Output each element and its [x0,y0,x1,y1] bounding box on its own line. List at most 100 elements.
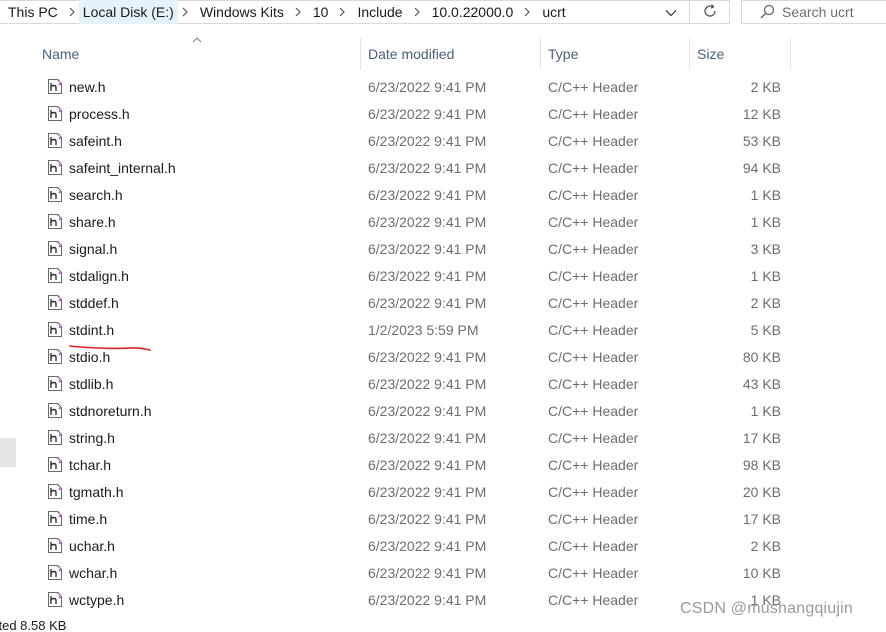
breadcrumb-separator-icon[interactable] [410,0,424,24]
file-name[interactable]: stdnoreturn.h [69,398,152,425]
file-row[interactable]: signal.h 6/23/2022 9:41 PM C/C++ Header 3 K… [0,236,886,263]
file-row[interactable]: stdalign.h 6/23/2022 9:41 PM C/C++ Header 1… [0,263,886,290]
file-name[interactable]: stdint.h [69,317,114,344]
column-header-size[interactable]: Size [690,38,791,70]
file-name[interactable]: safeint_internal.h [69,155,176,182]
file-row[interactable]: stddef.h 6/23/2022 9:41 PM C/C++ Header 2 K… [0,290,886,317]
file-name[interactable]: search.h [69,182,123,209]
file-type: C/C++ Header [548,322,639,338]
column-header-type[interactable]: Type [541,38,690,70]
file-name[interactable]: safeint.h [69,128,122,155]
column-header-name[interactable]: Name [35,38,361,70]
file-date-modified: 6/23/2022 9:41 PM [368,538,487,554]
file-name[interactable]: stdlib.h [69,371,113,398]
file-name[interactable]: uchar.h [69,533,115,560]
file-type: C/C++ Header [548,268,639,284]
breadcrumb-include[interactable]: Include [349,0,409,24]
breadcrumb-separator-icon[interactable] [335,0,349,24]
breadcrumb-separator-icon[interactable] [178,0,192,24]
file-name[interactable]: signal.h [69,236,117,263]
header-file-icon [47,78,63,95]
file-name[interactable]: share.h [69,209,116,236]
header-file-icon [47,564,63,581]
file-type: C/C++ Header [548,79,639,95]
file-name[interactable]: stddef.h [69,290,119,317]
header-file-icon [47,429,63,446]
file-size: 5 KB [750,322,781,338]
file-row[interactable]: search.h 6/23/2022 9:41 PM C/C++ Header 1 K… [0,182,886,209]
file-size: 80 KB [742,349,781,365]
file-row[interactable]: safeint.h 6/23/2022 9:41 PM C/C++ Header 53… [0,128,886,155]
header-file-icon [47,456,63,473]
file-date-modified: 6/23/2022 9:41 PM [368,187,487,203]
breadcrumb-sdk-version[interactable]: 10.0.22000.0 [424,0,521,24]
file-row[interactable]: string.h 6/23/2022 9:41 PM C/C++ Header 17 … [0,425,886,452]
file-row[interactable]: uchar.h 6/23/2022 9:41 PM C/C++ Header 2 KB [0,533,886,560]
red-underline-annotation [69,345,151,351]
file-name[interactable]: wctype.h [69,587,124,614]
file-row[interactable]: tgmath.h 6/23/2022 9:41 PM C/C++ Header 20 … [0,479,886,506]
breadcrumb-windows-kits[interactable]: Windows Kits [192,0,291,24]
file-row[interactable]: safeint_internal.h 6/23/2022 9:41 PM C/C++… [0,155,886,182]
breadcrumb-separator-icon[interactable] [291,0,305,24]
header-file-icon [47,294,63,311]
status-text: cted 8.58 KB [0,618,67,632]
file-size: 1 KB [750,403,781,419]
search-box[interactable]: Search ucrt [741,0,886,24]
search-placeholder[interactable]: Search ucrt [782,4,854,20]
file-name[interactable]: wchar.h [69,560,117,587]
breadcrumb-10[interactable]: 10 [305,0,336,24]
file-date-modified: 6/23/2022 9:41 PM [368,106,487,122]
file-row[interactable]: stdint.h 1/2/2023 5:59 PM C/C++ Header 5 KB [0,317,886,344]
breadcrumb-ucrt[interactable]: ucrt [534,0,572,24]
breadcrumb-separator-icon[interactable] [65,0,79,24]
navigation-pane-edge[interactable] [0,438,16,467]
file-size: 1 KB [750,268,781,284]
file-size: 17 KB [742,511,781,527]
header-file-icon [47,105,63,122]
header-file-icon [47,483,63,500]
file-row[interactable]: stdlib.h 6/23/2022 9:41 PM C/C++ Header 43 … [0,371,886,398]
file-row[interactable]: time.h 6/23/2022 9:41 PM C/C++ Header 17 KB [0,506,886,533]
header-file-icon [47,402,63,419]
address-bar[interactable]: This PC Local Disk (E:) Windows Kits 10 … [0,0,690,24]
file-size: 94 KB [742,160,781,176]
file-name[interactable]: process.h [69,101,130,128]
file-row[interactable]: tchar.h 6/23/2022 9:41 PM C/C++ Header 98 K… [0,452,886,479]
header-file-icon [47,240,63,257]
file-type: C/C++ Header [548,538,639,554]
column-header-date-modified[interactable]: Date modified [361,38,541,70]
file-size: 2 KB [750,79,781,95]
file-name[interactable]: time.h [69,506,107,533]
file-date-modified: 6/23/2022 9:41 PM [368,484,487,500]
file-type: C/C++ Header [548,160,639,176]
file-size: 20 KB [742,484,781,500]
breadcrumb-local-disk[interactable]: Local Disk (E:) [78,0,178,24]
file-row[interactable]: process.h 6/23/2022 9:41 PM C/C++ Header 12… [0,101,886,128]
file-type: C/C++ Header [548,457,639,473]
file-type: C/C++ Header [548,187,639,203]
file-row[interactable]: new.h 6/23/2022 9:41 PM C/C++ Header 2 KB [0,74,886,101]
file-row[interactable]: stdnoreturn.h 6/23/2022 9:41 PM C/C++ Head… [0,398,886,425]
file-date-modified: 6/23/2022 9:41 PM [368,565,487,581]
file-row[interactable]: wchar.h 6/23/2022 9:41 PM C/C++ Header 10 K… [0,560,886,587]
breadcrumb-this-pc[interactable]: This PC [0,0,65,24]
file-name[interactable]: tchar.h [69,452,111,479]
chevron-down-icon[interactable] [658,1,684,25]
file-type: C/C++ Header [548,214,639,230]
refresh-button[interactable] [690,0,730,24]
file-date-modified: 6/23/2022 9:41 PM [368,349,487,365]
file-name[interactable]: tgmath.h [69,479,123,506]
header-file-icon [47,321,63,338]
file-row[interactable]: share.h 6/23/2022 9:41 PM C/C++ Header 1 KB [0,209,886,236]
navigation-bar: This PC Local Disk (E:) Windows Kits 10 … [0,0,886,25]
file-date-modified: 6/23/2022 9:41 PM [368,295,487,311]
header-file-icon [47,510,63,527]
file-name[interactable]: new.h [69,74,106,101]
refresh-icon [702,3,718,22]
breadcrumb-separator-icon[interactable] [520,0,534,24]
file-name[interactable]: stdalign.h [69,263,129,290]
file-name[interactable]: string.h [69,425,115,452]
file-type: C/C++ Header [548,403,639,419]
file-size: 2 KB [750,295,781,311]
